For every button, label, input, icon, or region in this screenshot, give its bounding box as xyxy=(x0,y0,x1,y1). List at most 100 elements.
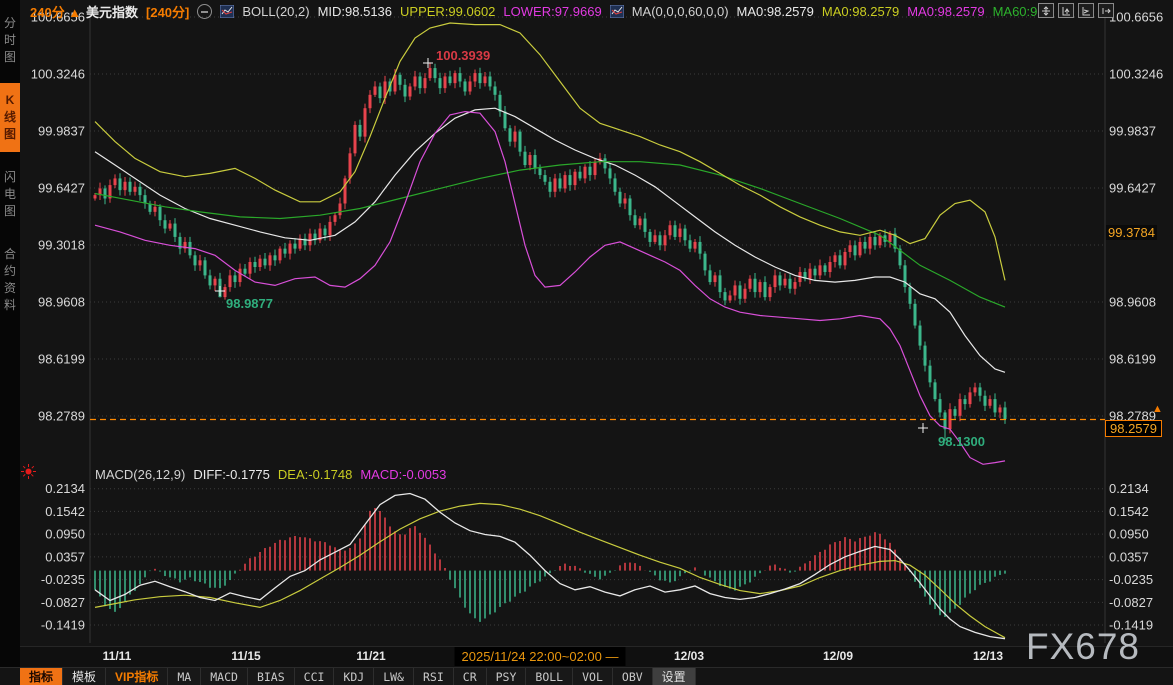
tab-label-char: 资 xyxy=(4,280,16,297)
macd-button[interactable]: MACD xyxy=(201,668,248,685)
live-indicator-icon xyxy=(20,463,37,480)
tab-label-char: 分 xyxy=(4,15,16,32)
boll-label: BOLL(20,2) xyxy=(242,4,309,19)
axis-tick: 98.9608 xyxy=(1109,294,1156,309)
x-axis-label: 12/09 xyxy=(823,649,853,663)
axis-tick: 99.6427 xyxy=(1109,180,1156,195)
x-axis-label: 12/03 xyxy=(674,649,704,663)
axis-tick: 0.0950 xyxy=(45,527,85,542)
vip-indicators-tab[interactable]: VIP指标 xyxy=(106,668,168,685)
kdj-button[interactable]: KDJ xyxy=(334,668,374,685)
tab-time-chart[interactable]: 分时图 xyxy=(0,6,20,75)
indicators-tab[interactable]: 指标 xyxy=(20,668,63,685)
boll-button[interactable]: BOLL xyxy=(526,668,573,685)
tab-label-char: 时 xyxy=(4,32,16,49)
axis-tick: 98.6199 xyxy=(1109,351,1156,366)
extreme-cross-markers xyxy=(215,58,928,433)
prev-close-marker-label: 99.3784 xyxy=(1106,225,1157,240)
macd-diff-line xyxy=(95,494,1005,639)
tab-lightning-chart[interactable]: 闪电图 xyxy=(0,160,20,229)
axis-tick: 0.2134 xyxy=(1109,481,1149,496)
chart-type-sidebar: 分时图K线图闪电图合约资料 xyxy=(0,0,20,685)
macd-dea-line xyxy=(95,503,1005,637)
candlestick-series xyxy=(94,62,1007,440)
x-axis-label: 11/15 xyxy=(231,649,260,663)
scale-vertical-icon[interactable] xyxy=(1058,3,1074,18)
axis-tick: -0.0827 xyxy=(41,595,85,610)
chart-header: 美元指数[240分]BOLL(20,2)MID:98.5136UPPER:99.… xyxy=(86,2,1037,21)
tab-label-char: 图 xyxy=(4,126,16,143)
macd-value: MACD:-0.0053 xyxy=(360,467,446,482)
tab-label-char: 料 xyxy=(4,297,16,314)
cr-button[interactable]: CR xyxy=(454,668,487,685)
axis-tick: 99.9837 xyxy=(1109,123,1156,138)
macd-header: MACD(26,12,9) DIFF:-0.1775 DEA:-0.1748 MACD… xyxy=(95,467,446,482)
macd-label: MACD(26,12,9) xyxy=(95,467,185,482)
tab-candlestick-chart[interactable]: K线图 xyxy=(0,83,20,152)
axis-tick: 100.3246 xyxy=(1109,67,1163,82)
ma0-value-2: MA0:98.2579 xyxy=(822,4,899,19)
high-annotation: 100.3939 xyxy=(436,48,490,63)
macd-histogram xyxy=(95,508,1005,622)
axis-tick: 100.6656 xyxy=(1109,10,1163,25)
axis-tick: 98.2789 xyxy=(38,408,85,423)
axis-tick: 0.0357 xyxy=(1109,549,1149,564)
axis-tick: 100.3246 xyxy=(31,67,85,82)
gridlines xyxy=(90,10,1105,643)
obv-button[interactable]: OBV xyxy=(613,668,653,685)
axis-tick: 98.6199 xyxy=(38,351,85,366)
ma0-value-1: MA0:98.2579 xyxy=(737,4,814,19)
pan-tool-icon[interactable] xyxy=(1038,3,1054,18)
x-axis-label: 11/21 xyxy=(356,649,385,663)
chart-tool-buttons xyxy=(1038,3,1114,18)
boll-lower-value: LOWER:97.9669 xyxy=(503,4,601,19)
ma-button[interactable]: MA xyxy=(168,668,201,685)
x-axis-highlighted-date: 2025/11/24 22:00~02:00 — xyxy=(455,647,626,666)
boll-upper-value: UPPER:99.0602 xyxy=(400,4,495,19)
tab-label-char: 电 xyxy=(4,186,16,203)
macd-dea-value: DEA:-0.1748 xyxy=(278,467,352,482)
axis-tick: 0.0950 xyxy=(1109,527,1149,542)
scale-horizontal-icon[interactable] xyxy=(1078,3,1094,18)
macd-diff-value: DIFF:-0.1775 xyxy=(193,467,270,482)
collapse-icon[interactable] xyxy=(197,4,212,19)
axis-tick: 98.9608 xyxy=(38,294,85,309)
cci-button[interactable]: CCI xyxy=(295,668,335,685)
boll-legend-icon[interactable] xyxy=(220,5,234,18)
axis-tick: 0.1542 xyxy=(1109,504,1149,519)
psy-button[interactable]: PSY xyxy=(487,668,527,685)
tab-label-char: 闪 xyxy=(4,169,16,186)
tab-contract-info[interactable]: 合约资料 xyxy=(0,237,20,323)
price-chart-canvas[interactable]: 100.6656100.6656100.3246100.324699.98379… xyxy=(0,0,1173,685)
trading-app-window: 100.6656100.6656100.3246100.324699.98379… xyxy=(0,0,1173,685)
tab-label-char: 图 xyxy=(4,49,16,66)
low-annotation-2: 98.1300 xyxy=(938,434,985,449)
boll-mid-value: MID:98.5136 xyxy=(318,4,392,19)
ma60-value: MA60:9 xyxy=(993,4,1038,19)
axis-tick: 0.1542 xyxy=(45,504,85,519)
axis-tick: 99.6427 xyxy=(38,180,85,195)
axis-tick: -0.0235 xyxy=(41,572,85,587)
x-axis-label: 12/13 xyxy=(973,649,1003,663)
tab-label-char: 合 xyxy=(4,246,16,263)
pop-out-icon[interactable] xyxy=(1098,3,1114,18)
period-indicator[interactable]: 240分 ▲ xyxy=(30,2,81,21)
indicator-toolbar: 指标模板VIP指标MAMACDBIASCCIKDJLW&RSICRPSYBOLL… xyxy=(0,667,1173,685)
tab-label-char: K xyxy=(6,92,15,109)
templates-tab[interactable]: 模板 xyxy=(63,668,106,685)
axis-tick: 0.2134 xyxy=(45,481,85,496)
latest-price-arrow-icon[interactable]: ▲ xyxy=(1152,403,1163,415)
rsi-button[interactable]: RSI xyxy=(414,668,454,685)
bias-button[interactable]: BIAS xyxy=(248,668,295,685)
watermark-logo: FX678 xyxy=(1026,626,1140,668)
axis-tick: 99.9837 xyxy=(38,123,85,138)
ma0-value-3: MA0:98.2579 xyxy=(907,4,984,19)
ma-legend-icon[interactable] xyxy=(610,5,624,18)
ma-label: MA(0,0,0,60,0,0) xyxy=(632,4,729,19)
settings-button[interactable]: 设置 xyxy=(653,668,696,685)
symbol-name: 美元指数 xyxy=(86,2,138,21)
axis-tick: -0.1419 xyxy=(41,618,85,633)
vol-button[interactable]: VOL xyxy=(573,668,613,685)
tab-label-char: 约 xyxy=(4,263,16,280)
lw-button[interactable]: LW& xyxy=(374,668,414,685)
